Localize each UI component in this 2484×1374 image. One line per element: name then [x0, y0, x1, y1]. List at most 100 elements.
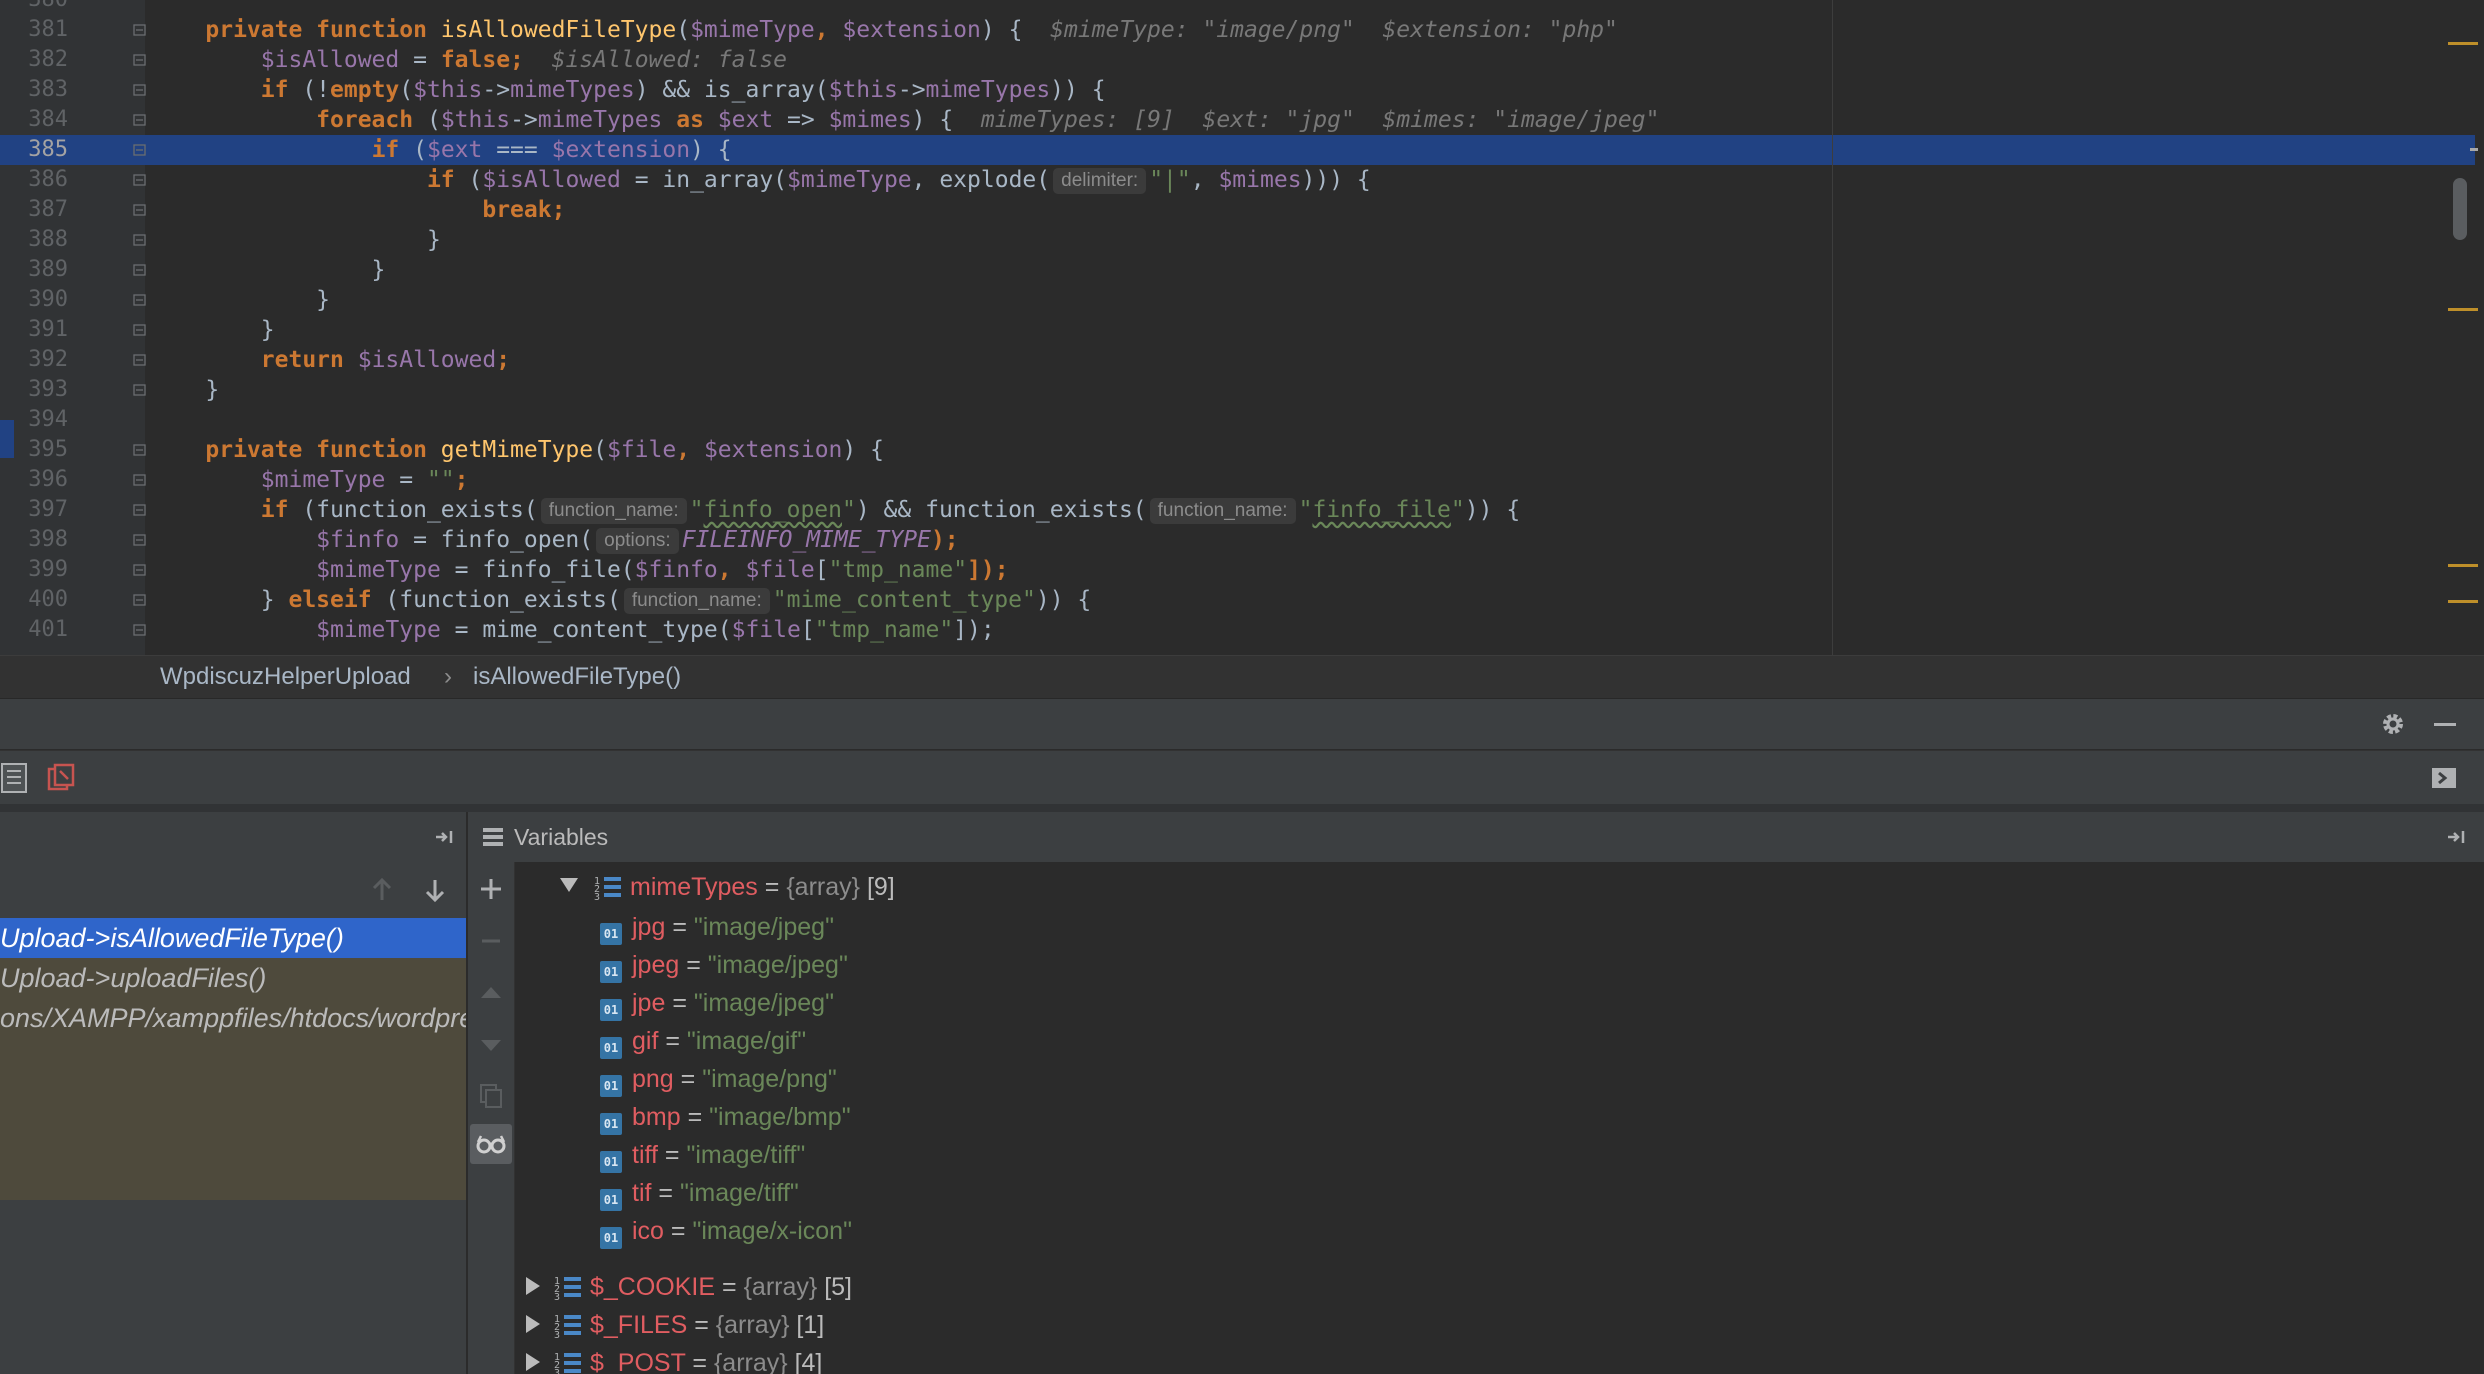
frames-list[interactable]: Upload->isAllowedFileType() Upload->uplo…: [0, 918, 466, 1200]
fold-marker-icon[interactable]: [133, 174, 146, 186]
line-number[interactable]: 400: [0, 585, 68, 615]
breadcrumb-method[interactable]: isAllowedFileType(): [473, 656, 681, 698]
code-text[interactable]: $mimeType = finfo_file($finfo, $file["tm…: [150, 555, 1008, 585]
line-number[interactable]: 388: [0, 225, 68, 255]
line-number[interactable]: 391: [0, 315, 68, 345]
code-text[interactable]: }: [150, 285, 330, 315]
frame-item[interactable]: Upload->uploadFiles(): [0, 958, 466, 998]
copy-icon[interactable]: [478, 1082, 504, 1110]
fold-marker-icon[interactable]: [133, 474, 146, 486]
code-line[interactable]: 387 break;: [0, 195, 2475, 225]
line-number[interactable]: 382: [0, 45, 68, 75]
code-text[interactable]: }: [150, 315, 275, 345]
code-line[interactable]: 396 $mimeType = "";: [0, 465, 2475, 495]
tree-node-entry[interactable]: 01 tif = "image/tiff": [600, 1174, 799, 1212]
variables-tree[interactable]: 1 2 3 mimeTypes = {array} [9] 01 jpg = "imag…: [515, 862, 2484, 1374]
watches-toggle[interactable]: [470, 1124, 512, 1164]
fold-marker-icon[interactable]: [133, 624, 146, 636]
code-text[interactable]: } elseif (function_exists(function_name:…: [150, 585, 1091, 615]
tree-node-entry[interactable]: 01 png = "image/png": [600, 1060, 837, 1098]
code-line[interactable]: 382 $isAllowed = false; $isAllowed: fals…: [0, 45, 2475, 75]
code-text[interactable]: if (function_exists(function_name: "finfo…: [150, 495, 1520, 525]
code-line[interactable]: 397 if (function_exists(function_name: "f…: [0, 495, 2475, 525]
fold-marker-icon[interactable]: [133, 84, 146, 96]
code-line[interactable]: 390 }: [0, 285, 2475, 315]
code-line[interactable]: 394: [0, 405, 2475, 435]
code-line[interactable]: 380: [0, 0, 2475, 15]
tree-node-mimetypes[interactable]: 1 2 3 mimeTypes = {array} [9]: [560, 868, 895, 906]
code-text[interactable]: $finfo = finfo_open(options: FILEINFO_MIM…: [150, 525, 959, 555]
code-text[interactable]: $mimeType = "";: [150, 465, 469, 495]
fold-marker-icon[interactable]: [133, 354, 146, 366]
line-number[interactable]: 401: [0, 615, 68, 645]
fold-marker-icon[interactable]: [133, 114, 146, 126]
fold-marker-icon[interactable]: [133, 294, 146, 306]
fold-marker-icon[interactable]: [133, 504, 146, 516]
tree-node-collapsed[interactable]: 1 2 3 $_FILES = {array} [1]: [526, 1306, 824, 1344]
pin-icon[interactable]: [2446, 827, 2470, 847]
line-number[interactable]: 393: [0, 375, 68, 405]
pin-icon[interactable]: [434, 827, 458, 847]
code-line[interactable]: 383 if (!empty($this->mimeTypes) && is_a…: [0, 75, 2475, 105]
gear-icon[interactable]: [2380, 711, 2406, 737]
code-text[interactable]: if (!empty($this->mimeTypes) && is_array…: [150, 75, 1106, 105]
error-stripe[interactable]: [2440, 0, 2484, 655]
expand-arrow-icon[interactable]: [526, 1277, 540, 1295]
up-arrow-icon[interactable]: [370, 876, 394, 904]
code-line[interactable]: 400 } elseif (function_exists(function_n…: [0, 585, 2475, 615]
code-line[interactable]: 381 private function isAllowedFileType($…: [0, 15, 2475, 45]
breadcrumb-class[interactable]: WpdiscuzHelperUpload: [160, 656, 411, 698]
fold-marker-icon[interactable]: [133, 234, 146, 246]
code-text[interactable]: private function getMimeType($file, $ext…: [150, 435, 884, 465]
expand-arrow-icon[interactable]: [526, 1315, 540, 1333]
frame-item[interactable]: ons/XAMPP/xamppfiles/htdocs/wordpress: [0, 998, 466, 1038]
fold-marker-icon[interactable]: [133, 264, 146, 276]
stop-icon[interactable]: [46, 763, 76, 793]
code-text[interactable]: }: [150, 375, 219, 405]
line-number[interactable]: 398: [0, 525, 68, 555]
tree-node-entry[interactable]: 01 gif = "image/gif": [600, 1022, 806, 1060]
code-line[interactable]: 384 foreach ($this->mimeTypes as $ext =>…: [0, 105, 2475, 135]
line-number[interactable]: 399: [0, 555, 68, 585]
add-icon[interactable]: [478, 876, 504, 902]
stripe-marker[interactable]: [2448, 564, 2478, 567]
fold-marker-icon[interactable]: [133, 204, 146, 216]
tree-node-entry[interactable]: 01 jpe = "image/jpeg": [600, 984, 834, 1022]
code-line[interactable]: 395 private function getMimeType($file, …: [0, 435, 2475, 465]
line-number[interactable]: 396: [0, 465, 68, 495]
code-text[interactable]: if ($isAllowed = in_array($mimeType, exp…: [150, 165, 1371, 195]
line-number[interactable]: 384: [0, 105, 68, 135]
line-number[interactable]: 380: [0, 0, 68, 15]
code-text[interactable]: $mimeType = mime_content_type($file["tmp…: [150, 615, 995, 645]
code-line[interactable]: 399 $mimeType = finfo_file($finfo, $file…: [0, 555, 2475, 585]
fold-marker-icon[interactable]: [133, 444, 146, 456]
code-text[interactable]: return $isAllowed;: [150, 345, 510, 375]
code-line[interactable]: 392 return $isAllowed;: [0, 345, 2475, 375]
tree-node-entry[interactable]: 01 tiff = "image/tiff": [600, 1136, 805, 1174]
minimize-icon[interactable]: [2432, 711, 2458, 737]
fold-marker-icon[interactable]: [133, 594, 146, 606]
tree-node-entry[interactable]: 01 jpeg = "image/jpeg": [600, 946, 848, 984]
stripe-marker[interactable]: [2448, 308, 2478, 311]
collapse-arrow-icon[interactable]: [560, 878, 578, 892]
tree-node-entry[interactable]: 01 bmp = "image/bmp": [600, 1098, 851, 1136]
move-down-icon[interactable]: [478, 1032, 504, 1058]
down-arrow-icon[interactable]: [423, 876, 447, 904]
line-number[interactable]: 389: [0, 255, 68, 285]
line-number[interactable]: 390: [0, 285, 68, 315]
remove-icon[interactable]: [478, 928, 504, 954]
tree-node-collapsed[interactable]: 1 2 3 $_COOKIE = {array} [5]: [526, 1268, 852, 1306]
line-number[interactable]: 392: [0, 345, 68, 375]
code-line[interactable]: 401 $mimeType = mime_content_type($file[…: [0, 615, 2475, 645]
restore-layout-icon[interactable]: [2430, 765, 2458, 791]
line-number[interactable]: 385: [0, 135, 68, 165]
code-line[interactable]: 393 }: [0, 375, 2475, 405]
code-line[interactable]: 385 if ($ext === $extension) {: [0, 135, 2475, 165]
stripe-marker[interactable]: [2448, 600, 2478, 603]
expand-arrow-icon[interactable]: [526, 1353, 540, 1371]
frame-item[interactable]: Upload->isAllowedFileType(): [0, 918, 466, 958]
line-number[interactable]: 397: [0, 495, 68, 525]
code-line[interactable]: 398 $finfo = finfo_open(options: FILEINFO…: [0, 525, 2475, 555]
fold-marker-icon[interactable]: [133, 564, 146, 576]
code-text[interactable]: break;: [150, 195, 565, 225]
